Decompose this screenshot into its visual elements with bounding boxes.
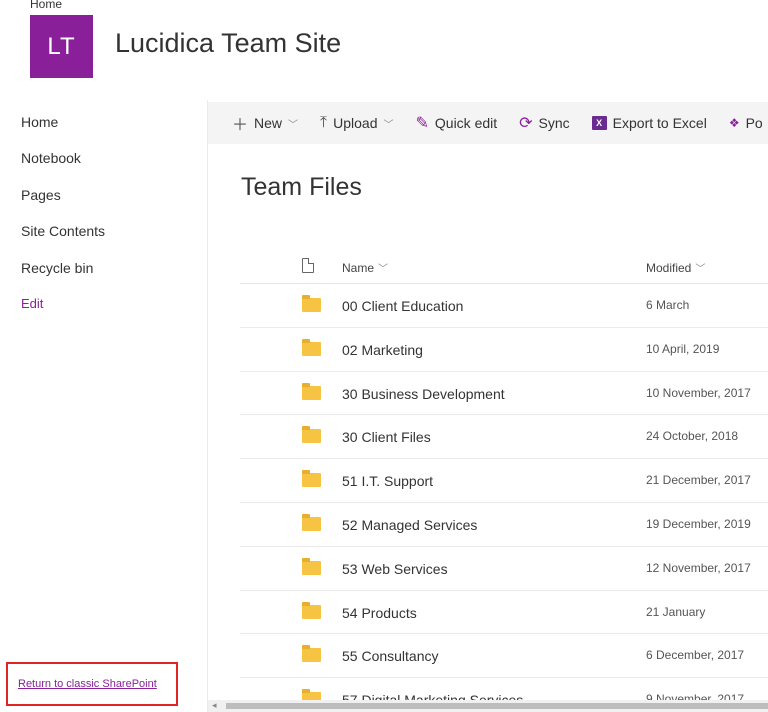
export-to-excel-button[interactable]: X Export to Excel — [591, 115, 707, 131]
scroll-left-arrow-icon[interactable]: ◂ — [212, 700, 217, 711]
powerapps-button[interactable]: ❖ Po — [729, 115, 763, 131]
row-name[interactable]: 02 Marketing — [342, 342, 423, 358]
folder-icon — [302, 295, 321, 312]
nav-item-pages[interactable]: Pages — [21, 187, 61, 203]
row-name[interactable]: 30 Business Development — [342, 386, 505, 402]
folder-icon — [302, 557, 321, 575]
table-row[interactable]: 00 Client Education 6 March — [240, 284, 768, 328]
sync-icon: ⟳ — [519, 115, 533, 132]
breadcrumb[interactable]: Home — [30, 0, 62, 11]
column-header-name[interactable]: Name ﹀ — [342, 260, 388, 275]
folder-icon — [302, 382, 321, 400]
column-header-modified-label: Modified — [646, 261, 692, 275]
row-name[interactable]: 55 Consultancy — [342, 648, 439, 664]
folder-icon — [302, 338, 321, 356]
file-type-icon[interactable] — [302, 258, 314, 273]
table-row[interactable]: 02 Marketing 10 April, 2019 — [240, 328, 768, 372]
row-modified: 6 March — [646, 298, 690, 312]
library-title: Team Files — [241, 173, 362, 201]
table-row[interactable]: 30 Client Files 24 October, 2018 — [240, 415, 768, 460]
row-modified: 21 January — [646, 604, 706, 619]
quick-edit-label: Quick edit — [434, 115, 498, 131]
horizontal-scrollbar[interactable]: ◂ — [208, 700, 768, 712]
folder-icon — [302, 470, 321, 488]
quick-edit-button[interactable]: ✎ Quick edit — [415, 113, 497, 133]
column-header-name-label: Name — [342, 261, 375, 275]
nav-item-site-contents[interactable]: Site Contents — [21, 223, 105, 239]
table-row[interactable]: 30 Business Development 10 November, 2017 — [240, 372, 768, 416]
file-list: Name ﹀ Modified ﹀ 00 Client Education 6 Mar… — [240, 244, 768, 712]
return-to-classic-link[interactable]: Return to classic SharePoint — [18, 678, 157, 690]
row-name[interactable]: 00 Client Education — [342, 298, 463, 314]
left-navigation: Home Notebook Pages Site Contents Recycl… — [0, 100, 208, 712]
scrollbar-thumb[interactable] — [226, 703, 768, 709]
sync-label: Sync — [538, 115, 570, 131]
site-title[interactable]: Lucidica Team Site — [115, 28, 341, 59]
upload-button[interactable]: ⤒ Upload ﹀ — [320, 114, 393, 132]
upload-label: Upload — [333, 115, 378, 131]
table-row[interactable]: 52 Managed Services 19 December, 2019 — [240, 503, 768, 547]
plus-icon: ＋ — [232, 117, 249, 134]
row-modified: 19 December, 2019 — [646, 516, 751, 531]
powerapps-icon: ❖ — [728, 116, 740, 130]
sync-button[interactable]: ⟳ Sync — [519, 113, 570, 133]
return-classic-highlight: Return to classic SharePoint — [6, 662, 178, 706]
row-name[interactable]: 52 Managed Services — [342, 517, 477, 533]
table-row[interactable]: 51 I.T. Support 21 December, 2017 — [240, 459, 768, 503]
folder-icon — [302, 426, 321, 444]
folder-icon — [302, 601, 321, 619]
command-bar: ＋ New ﹀ ⤒ Upload ﹀ ✎ Quick edit ⟳ Sync X… — [208, 102, 768, 144]
nav-item-notebook[interactable]: Notebook — [21, 150, 81, 166]
row-modified: 21 December, 2017 — [646, 473, 751, 488]
folder-icon — [302, 645, 321, 663]
row-name[interactable]: 30 Client Files — [342, 429, 431, 445]
new-label: New — [254, 115, 283, 131]
list-header: Name ﹀ Modified ﹀ — [240, 244, 768, 284]
table-row[interactable]: 55 Consultancy 6 December, 2017 — [240, 634, 768, 679]
chevron-down-icon: ﹀ — [378, 264, 389, 275]
row-modified: 12 November, 2017 — [646, 560, 751, 575]
nav-item-recycle-bin[interactable]: Recycle bin — [21, 260, 93, 276]
upload-icon: ⤒ — [320, 114, 328, 131]
table-row[interactable]: 53 Web Services 12 November, 2017 — [240, 547, 768, 591]
row-name[interactable]: 54 Products — [342, 605, 417, 621]
row-modified: 6 December, 2017 — [646, 648, 745, 663]
export-label: Export to Excel — [612, 115, 707, 131]
chevron-down-icon: ﹀ — [288, 119, 299, 131]
nav-edit-link[interactable]: Edit — [21, 296, 43, 311]
table-row[interactable]: 54 Products 21 January — [240, 591, 768, 635]
row-name[interactable]: 53 Web Services — [342, 561, 448, 577]
row-modified: 10 November, 2017 — [646, 385, 751, 400]
pencil-icon: ✎ — [415, 115, 429, 132]
chevron-down-icon: ﹀ — [383, 119, 394, 131]
nav-item-home[interactable]: Home — [21, 114, 58, 130]
row-modified: 24 October, 2018 — [646, 429, 739, 444]
row-modified: 10 April, 2019 — [646, 341, 720, 356]
site-logo[interactable]: LT — [30, 15, 93, 78]
row-name[interactable]: 51 I.T. Support — [342, 473, 433, 489]
column-header-modified[interactable]: Modified ﹀ — [646, 260, 705, 275]
chevron-down-icon: ﹀ — [695, 264, 706, 275]
site-logo-initials: LT — [47, 32, 76, 60]
excel-icon: X — [591, 116, 607, 130]
new-button[interactable]: ＋ New ﹀ — [232, 111, 298, 135]
powerapps-label: Po — [745, 115, 763, 131]
folder-icon — [302, 513, 321, 531]
